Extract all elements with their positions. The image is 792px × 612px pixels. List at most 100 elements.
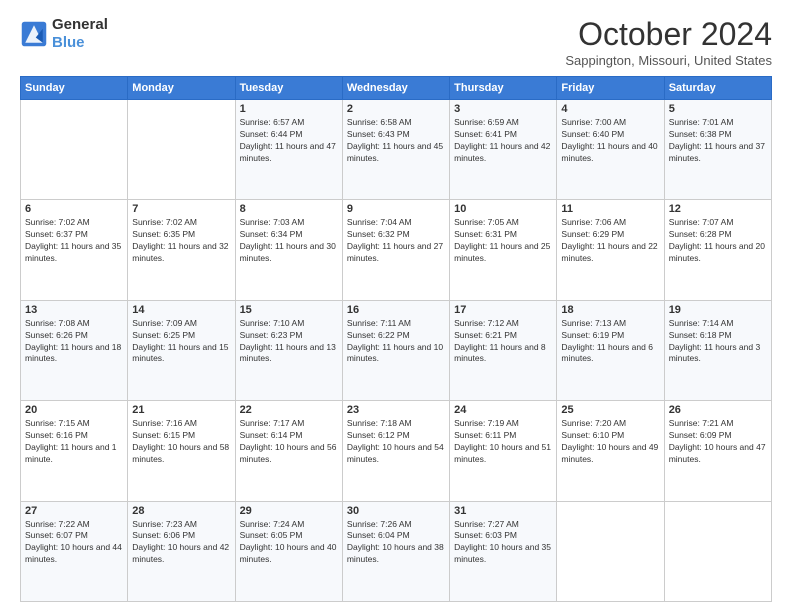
location: Sappington, Missouri, United States bbox=[565, 53, 772, 68]
calendar-header-wednesday: Wednesday bbox=[342, 77, 449, 100]
day-number: 15 bbox=[240, 304, 338, 316]
calendar-cell: 27 Sunrise: 7:22 AM Sunset: 6:07 PM Dayli… bbox=[21, 501, 128, 601]
day-number: 27 bbox=[25, 505, 123, 517]
day-number: 17 bbox=[454, 304, 552, 316]
day-content: Sunrise: 7:07 AM Sunset: 6:28 PM Dayligh… bbox=[669, 217, 767, 265]
day-number: 6 bbox=[25, 203, 123, 215]
day-number: 19 bbox=[669, 304, 767, 316]
calendar-cell: 28Sunrise: 7:23 AM Sunset: 6:06 PM Dayli… bbox=[128, 501, 235, 601]
calendar-header-friday: Friday bbox=[557, 77, 664, 100]
calendar-week-1: 6 Sunrise: 7:02 AM Sunset: 6:37 PM Daylig… bbox=[21, 200, 772, 300]
calendar-cell: 23 Sunrise: 7:18 AM Sunset: 6:12 PM Dayli… bbox=[342, 401, 449, 501]
calendar-cell: 29Sunrise: 7:24 AM Sunset: 6:05 PM Dayli… bbox=[235, 501, 342, 601]
day-content: Sunrise: 7:03 AM Sunset: 6:34 PM Dayligh… bbox=[240, 217, 338, 265]
day-number: 18 bbox=[561, 304, 659, 316]
calendar-cell: 6 Sunrise: 7:02 AM Sunset: 6:37 PM Daylig… bbox=[21, 200, 128, 300]
day-content: Sunrise: 7:14 AM Sunset: 6:18 PM Dayligh… bbox=[669, 318, 767, 366]
day-content: Sunrise: 7:16 AM Sunset: 6:15 PM Dayligh… bbox=[132, 418, 230, 466]
day-number: 30 bbox=[347, 505, 445, 517]
calendar-cell bbox=[664, 501, 771, 601]
day-number: 5 bbox=[669, 103, 767, 115]
calendar-cell: 26 Sunrise: 7:21 AM Sunset: 6:09 PM Dayli… bbox=[664, 401, 771, 501]
day-number: 1 bbox=[240, 103, 338, 115]
calendar-header-row: SundayMondayTuesdayWednesdayThursdayFrid… bbox=[21, 77, 772, 100]
calendar-cell: 21 Sunrise: 7:16 AM Sunset: 6:15 PM Dayli… bbox=[128, 401, 235, 501]
day-number: 25 bbox=[561, 404, 659, 416]
day-content: Sunrise: 7:06 AM Sunset: 6:29 PM Dayligh… bbox=[561, 217, 659, 265]
day-content: Sunrise: 7:20 AM Sunset: 6:10 PM Dayligh… bbox=[561, 418, 659, 466]
day-content: Sunrise: 7:17 AM Sunset: 6:14 PM Dayligh… bbox=[240, 418, 338, 466]
day-content: Sunrise: 7:02 AM Sunset: 6:35 PM Dayligh… bbox=[132, 217, 230, 265]
day-content: Sunrise: 6:57 AM Sunset: 6:44 PM Dayligh… bbox=[240, 117, 338, 165]
calendar-cell: 5 Sunrise: 7:01 AM Sunset: 6:38 PM Daylig… bbox=[664, 100, 771, 200]
day-number: 23 bbox=[347, 404, 445, 416]
calendar-cell: 2Sunrise: 6:58 AM Sunset: 6:43 PM Daylig… bbox=[342, 100, 449, 200]
calendar-cell: 15Sunrise: 7:10 AM Sunset: 6:23 PM Dayli… bbox=[235, 300, 342, 400]
day-content: Sunrise: 7:21 AM Sunset: 6:09 PM Dayligh… bbox=[669, 418, 767, 466]
day-content: Sunrise: 6:59 AM Sunset: 6:41 PM Dayligh… bbox=[454, 117, 552, 165]
calendar-week-4: 27 Sunrise: 7:22 AM Sunset: 6:07 PM Dayli… bbox=[21, 501, 772, 601]
calendar-header-saturday: Saturday bbox=[664, 77, 771, 100]
day-number: 3 bbox=[454, 103, 552, 115]
day-content: Sunrise: 7:08 AM Sunset: 6:26 PM Dayligh… bbox=[25, 318, 123, 366]
calendar-cell: 14Sunrise: 7:09 AM Sunset: 6:25 PM Dayli… bbox=[128, 300, 235, 400]
calendar-cell: 4Sunrise: 7:00 AM Sunset: 6:40 PM Daylig… bbox=[557, 100, 664, 200]
day-content: Sunrise: 7:23 AM Sunset: 6:06 PM Dayligh… bbox=[132, 519, 230, 567]
day-content: Sunrise: 7:18 AM Sunset: 6:12 PM Dayligh… bbox=[347, 418, 445, 466]
calendar-cell: 17 Sunrise: 7:12 AM Sunset: 6:21 PM Dayli… bbox=[450, 300, 557, 400]
title-block: October 2024 Sappington, Missouri, Unite… bbox=[565, 16, 772, 68]
logo: General Blue bbox=[20, 16, 108, 52]
day-number: 24 bbox=[454, 404, 552, 416]
logo-text: General Blue bbox=[52, 16, 108, 52]
calendar-cell: 1 Sunrise: 6:57 AM Sunset: 6:44 PM Daylig… bbox=[235, 100, 342, 200]
calendar-cell: 25 Sunrise: 7:20 AM Sunset: 6:10 PM Dayli… bbox=[557, 401, 664, 501]
day-content: Sunrise: 7:09 AM Sunset: 6:25 PM Dayligh… bbox=[132, 318, 230, 366]
day-content: Sunrise: 7:13 AM Sunset: 6:19 PM Dayligh… bbox=[561, 318, 659, 366]
day-content: Sunrise: 6:58 AM Sunset: 6:43 PM Dayligh… bbox=[347, 117, 445, 165]
calendar-header-thursday: Thursday bbox=[450, 77, 557, 100]
calendar-cell: 11 Sunrise: 7:06 AM Sunset: 6:29 PM Dayli… bbox=[557, 200, 664, 300]
page: General Blue October 2024 Sappington, Mi… bbox=[0, 0, 792, 612]
header: General Blue October 2024 Sappington, Mi… bbox=[20, 16, 772, 68]
day-content: Sunrise: 7:05 AM Sunset: 6:31 PM Dayligh… bbox=[454, 217, 552, 265]
day-number: 31 bbox=[454, 505, 552, 517]
day-number: 12 bbox=[669, 203, 767, 215]
calendar-cell: 9 Sunrise: 7:04 AM Sunset: 6:32 PM Daylig… bbox=[342, 200, 449, 300]
day-number: 21 bbox=[132, 404, 230, 416]
day-content: Sunrise: 7:19 AM Sunset: 6:11 PM Dayligh… bbox=[454, 418, 552, 466]
day-content: Sunrise: 7:26 AM Sunset: 6:04 PM Dayligh… bbox=[347, 519, 445, 567]
calendar-week-0: 1 Sunrise: 6:57 AM Sunset: 6:44 PM Daylig… bbox=[21, 100, 772, 200]
calendar-header-monday: Monday bbox=[128, 77, 235, 100]
logo-icon bbox=[20, 20, 48, 48]
calendar-table: SundayMondayTuesdayWednesdayThursdayFrid… bbox=[20, 76, 772, 602]
day-content: Sunrise: 7:15 AM Sunset: 6:16 PM Dayligh… bbox=[25, 418, 123, 466]
calendar-cell: 7 Sunrise: 7:02 AM Sunset: 6:35 PM Daylig… bbox=[128, 200, 235, 300]
day-number: 9 bbox=[347, 203, 445, 215]
day-content: Sunrise: 7:22 AM Sunset: 6:07 PM Dayligh… bbox=[25, 519, 123, 567]
day-content: Sunrise: 7:04 AM Sunset: 6:32 PM Dayligh… bbox=[347, 217, 445, 265]
day-content: Sunrise: 7:12 AM Sunset: 6:21 PM Dayligh… bbox=[454, 318, 552, 366]
day-number: 20 bbox=[25, 404, 123, 416]
calendar-cell: 8 Sunrise: 7:03 AM Sunset: 6:34 PM Daylig… bbox=[235, 200, 342, 300]
calendar-cell: 22Sunrise: 7:17 AM Sunset: 6:14 PM Dayli… bbox=[235, 401, 342, 501]
day-content: Sunrise: 7:01 AM Sunset: 6:38 PM Dayligh… bbox=[669, 117, 767, 165]
day-number: 8 bbox=[240, 203, 338, 215]
calendar-cell: 12 Sunrise: 7:07 AM Sunset: 6:28 PM Dayli… bbox=[664, 200, 771, 300]
day-number: 10 bbox=[454, 203, 552, 215]
day-number: 26 bbox=[669, 404, 767, 416]
day-content: Sunrise: 7:02 AM Sunset: 6:37 PM Dayligh… bbox=[25, 217, 123, 265]
calendar-cell: 16Sunrise: 7:11 AM Sunset: 6:22 PM Dayli… bbox=[342, 300, 449, 400]
calendar-cell: 10 Sunrise: 7:05 AM Sunset: 6:31 PM Dayli… bbox=[450, 200, 557, 300]
day-number: 11 bbox=[561, 203, 659, 215]
day-content: Sunrise: 7:00 AM Sunset: 6:40 PM Dayligh… bbox=[561, 117, 659, 165]
calendar-cell: 31Sunrise: 7:27 AM Sunset: 6:03 PM Dayli… bbox=[450, 501, 557, 601]
month-title: October 2024 bbox=[565, 16, 772, 53]
calendar-cell bbox=[128, 100, 235, 200]
calendar-cell bbox=[557, 501, 664, 601]
calendar-cell: 19 Sunrise: 7:14 AM Sunset: 6:18 PM Dayli… bbox=[664, 300, 771, 400]
calendar-header-sunday: Sunday bbox=[21, 77, 128, 100]
calendar-cell: 24 Sunrise: 7:19 AM Sunset: 6:11 PM Dayli… bbox=[450, 401, 557, 501]
day-number: 7 bbox=[132, 203, 230, 215]
day-number: 13 bbox=[25, 304, 123, 316]
day-number: 16 bbox=[347, 304, 445, 316]
